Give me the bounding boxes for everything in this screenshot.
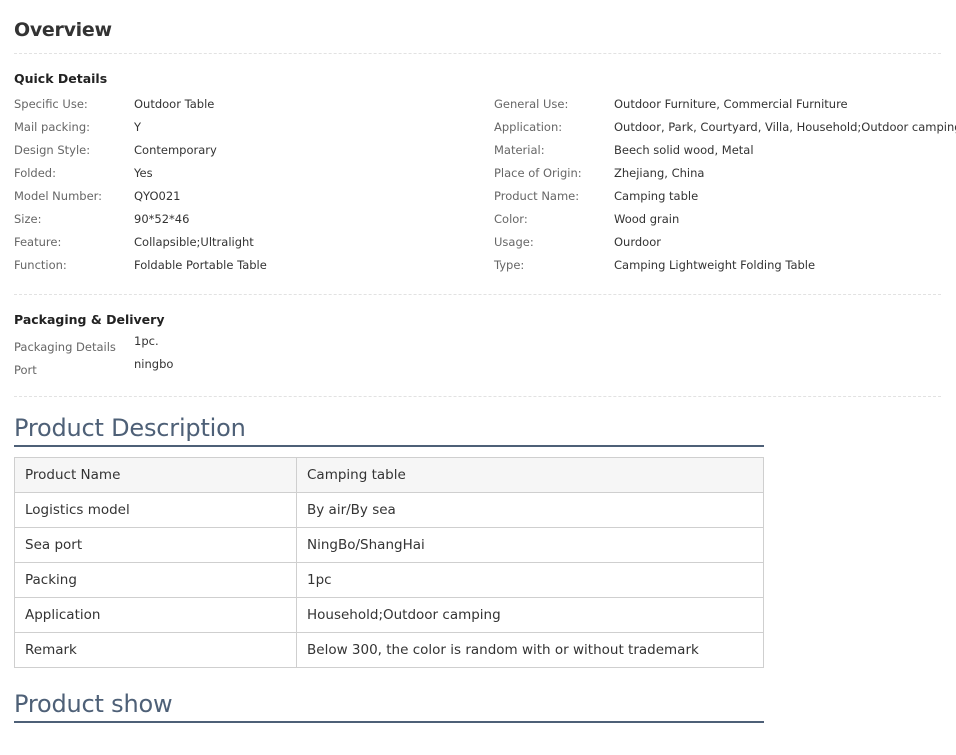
table-row: Packing 1pc xyxy=(14,562,764,598)
packaging-label: Packaging Details xyxy=(14,340,116,354)
table-row: Application Household;Outdoor camping xyxy=(14,597,764,633)
detail-label: Design Style: xyxy=(14,143,91,157)
detail-value: Collapsible;Ultralight xyxy=(134,235,254,249)
detail-label: Type: xyxy=(494,258,525,272)
packaging-value: 1pc. xyxy=(134,334,159,348)
detail-value: Camping table xyxy=(614,189,699,203)
detail-label: Application: xyxy=(494,120,563,134)
detail-value: QYO021 xyxy=(134,189,181,203)
table-cell-value: Below 300, the color is random with or w… xyxy=(296,632,764,668)
packaging-value: ningbo xyxy=(134,357,174,371)
detail-label: Material: xyxy=(494,143,545,157)
table-cell-label: Logistics model xyxy=(14,492,297,528)
table-row: Logistics model By air/By sea xyxy=(14,492,764,528)
detail-label: General Use: xyxy=(494,97,569,111)
packaging-heading: Packaging & Delivery xyxy=(14,312,165,327)
divider xyxy=(14,53,941,54)
detail-value: Outdoor, Park, Courtyard, Villa, Househo… xyxy=(614,120,956,134)
detail-label: Model Number: xyxy=(14,189,103,203)
detail-value: Outdoor Furniture, Commercial Furniture xyxy=(614,97,848,111)
detail-value: Yes xyxy=(134,166,153,180)
detail-value: Outdoor Table xyxy=(134,97,215,111)
detail-value: Camping Lightweight Folding Table xyxy=(614,258,816,272)
table-cell-label: Packing xyxy=(14,562,297,598)
product-show-heading: Product show xyxy=(14,689,764,723)
table-row: Product Name Camping table xyxy=(14,457,764,493)
table-cell-label: Sea port xyxy=(14,527,297,563)
detail-label: Feature: xyxy=(14,235,62,249)
table-cell-value: Household;Outdoor camping xyxy=(296,597,764,633)
detail-value: Contemporary xyxy=(134,143,217,157)
divider xyxy=(14,294,941,295)
detail-label: Place of Origin: xyxy=(494,166,582,180)
table-cell-label: Product Name xyxy=(14,457,297,493)
table-cell-value: Camping table xyxy=(296,457,764,493)
table-row: Sea port NingBo/ShangHai xyxy=(14,527,764,563)
overview-title: Overview xyxy=(14,19,112,41)
product-description-heading: Product Description xyxy=(14,413,764,447)
table-row: Remark Below 300, the color is random wi… xyxy=(14,632,764,668)
detail-value: Wood grain xyxy=(614,212,680,226)
detail-value: Y xyxy=(134,120,142,134)
detail-value: Foldable Portable Table xyxy=(134,258,267,272)
detail-label: Function: xyxy=(14,258,67,272)
detail-label: Folded: xyxy=(14,166,56,180)
detail-label: Mail packing: xyxy=(14,120,91,134)
detail-value: Ourdoor xyxy=(614,235,661,249)
table-cell-value: By air/By sea xyxy=(296,492,764,528)
packaging-label: Port xyxy=(14,363,37,377)
quick-details-heading: Quick Details xyxy=(14,71,108,86)
detail-value: Beech solid wood, Metal xyxy=(614,143,754,157)
table-cell-value: NingBo/ShangHai xyxy=(296,527,764,563)
product-detail-page: Overview Quick Details Specific Use: Out… xyxy=(0,0,956,755)
table-cell-label: Remark xyxy=(14,632,297,668)
detail-label: Product Name: xyxy=(494,189,580,203)
detail-label: Specific Use: xyxy=(14,97,88,111)
divider xyxy=(14,396,941,397)
detail-value: 90*52*46 xyxy=(134,212,190,226)
table-cell-label: Application xyxy=(14,597,297,633)
product-description-table: Product Name Camping table Logistics mod… xyxy=(14,457,764,668)
detail-value: Zhejiang, China xyxy=(614,166,705,180)
detail-label: Usage: xyxy=(494,235,534,249)
detail-label: Color: xyxy=(494,212,528,226)
table-cell-value: 1pc xyxy=(296,562,764,598)
detail-label: Size: xyxy=(14,212,42,226)
